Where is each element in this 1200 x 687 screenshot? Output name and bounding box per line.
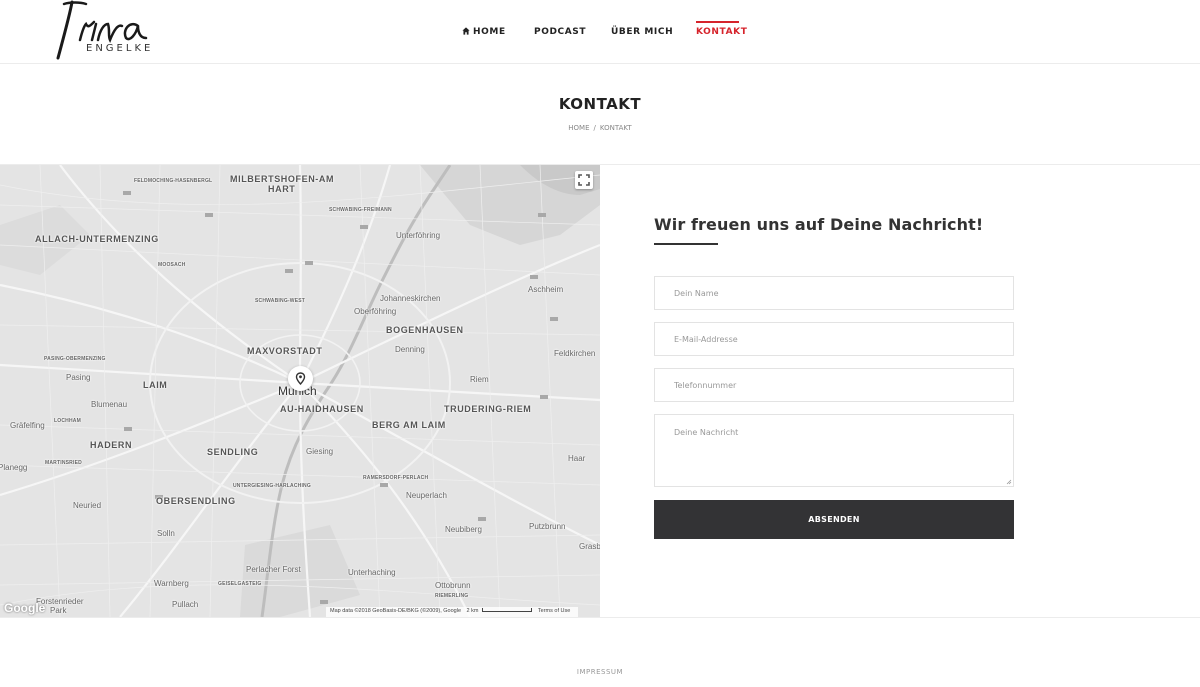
submit-button[interactable]: ABSENDEN <box>654 500 1014 539</box>
active-nav-indicator <box>696 21 739 23</box>
map-label: Warnberg <box>154 579 189 588</box>
message-placeholder: Deine Nachricht <box>674 428 739 437</box>
map-label: GEISELGASTEIG <box>218 581 262 587</box>
map-label: RIEMERLING <box>435 593 469 599</box>
map-label: Putzbrunn <box>529 522 566 531</box>
map-label: Unterföhring <box>396 231 441 240</box>
map-label: PASING-OBERMENZING <box>44 356 106 362</box>
map-label: ALLACH-UNTERMENZING <box>35 234 159 244</box>
map-label: Pasing <box>66 373 91 382</box>
map-label: Park <box>50 606 67 615</box>
map-label: OBERSENDLING <box>156 496 236 506</box>
map-label: Planegg <box>0 463 28 472</box>
home-icon <box>462 27 470 35</box>
map-label: Ottobrunn <box>435 581 471 590</box>
form-title: Wir freuen uns auf Deine Nachricht! <box>654 215 984 234</box>
email-field[interactable]: E-Mail-Addresse <box>654 322 1014 356</box>
map-label: Neuperlach <box>406 491 447 500</box>
map-terms-link[interactable]: Terms of Use <box>538 608 570 614</box>
map-label: BOGENHAUSEN <box>386 325 464 335</box>
map-label: AU-HAIDHAUSEN <box>280 404 364 414</box>
site-footer: IMPRESSUM <box>0 617 1200 687</box>
map-attribution-bar: Map data ©2018 GeoBasis-DE/BKG (©2009), … <box>326 607 579 617</box>
map-label: Neubiberg <box>445 525 482 534</box>
message-field[interactable]: Deine Nachricht <box>654 414 1014 487</box>
impressum-link[interactable]: IMPRESSUM <box>0 668 1200 676</box>
map-label: Riem <box>470 375 489 384</box>
map-label: Haar <box>568 454 586 463</box>
page-title-band: KONTAKT HOME / KONTAKT <box>0 64 1200 165</box>
map-label: HART <box>268 184 296 194</box>
map-label: MAXVORSTADT <box>247 346 323 356</box>
map-label: Oberföhring <box>354 307 397 316</box>
map-label: Johanneskirchen <box>380 294 441 303</box>
fullscreen-button[interactable] <box>575 171 593 189</box>
fullscreen-icon <box>578 174 590 186</box>
google-logo[interactable]: Google <box>4 601 45 615</box>
map-label: TRUDERING-RIEM <box>444 404 532 414</box>
phone-field[interactable]: Telefonnummer <box>654 368 1014 402</box>
map-marker[interactable] <box>288 366 313 391</box>
map-label: BERG AM LAIM <box>372 420 446 430</box>
location-pin-icon <box>295 372 306 386</box>
nav-item-ueber-mich[interactable]: ÜBER MICH <box>611 27 673 37</box>
map-scale-bar <box>482 608 533 612</box>
contact-form-section: Wir freuen uns auf Deine Nachricht! Dein… <box>600 165 1200 617</box>
map[interactable]: FELDMOCHING-HASENBERGL MILBERTSHOFEN-AM … <box>0 165 600 617</box>
site-header: ENGELKE HOME PODCAST ÜBER MICH KONTAKT <box>0 0 1200 64</box>
name-field[interactable]: Dein Name <box>654 276 1014 310</box>
breadcrumb-current: KONTAKT <box>599 124 632 132</box>
logo-subtitle: ENGELKE <box>86 43 154 54</box>
map-attribution: Map data ©2018 GeoBasis-DE/BKG (©2009), … <box>330 608 462 614</box>
map-label: LAIM <box>143 380 168 390</box>
map-scale-label: 2 km <box>466 608 479 614</box>
map-label: UNTERGIESING-HARLACHING <box>233 483 311 489</box>
nav-item-podcast[interactable]: PODCAST <box>534 27 586 37</box>
breadcrumb-separator: / <box>593 124 596 132</box>
breadcrumb: HOME / KONTAKT <box>0 124 1200 132</box>
map-label: Giesing <box>306 447 334 456</box>
map-label: RAMERSDORF-PERLACH <box>363 475 429 481</box>
map-label: SCHWABING-FREIMANN <box>329 207 392 213</box>
map-label: Pullach <box>172 600 199 609</box>
map-label: Perlacher Forst <box>246 565 301 574</box>
logo[interactable]: ENGELKE <box>50 0 150 62</box>
map-label: Aschheim <box>528 285 564 294</box>
map-label: SCHWABING-WEST <box>255 298 306 304</box>
map-label: Denning <box>395 345 425 354</box>
map-label: Solln <box>157 529 175 538</box>
resize-grip-icon[interactable] <box>1006 479 1012 485</box>
map-label: Feldkirchen <box>554 349 596 358</box>
nav-item-home-label: HOME <box>473 27 506 37</box>
map-label: LOCHHAM <box>54 418 81 424</box>
map-label: MOOSACH <box>158 262 186 268</box>
map-label: Blumenau <box>91 400 128 409</box>
form-title-underline <box>654 243 718 245</box>
map-label: MARTINSRIED <box>45 460 82 466</box>
map-label: SENDLING <box>207 447 259 457</box>
map-label: HADERN <box>90 440 133 450</box>
nav-item-home[interactable]: HOME <box>462 27 506 37</box>
map-label: Unterhaching <box>348 568 396 577</box>
nav-item-kontakt[interactable]: KONTAKT <box>696 27 747 37</box>
page-title: KONTAKT <box>558 95 642 113</box>
breadcrumb-home[interactable]: HOME <box>568 124 589 132</box>
map-label: FELDMOCHING-HASENBERGL <box>134 178 213 184</box>
map-label: MILBERTSHOFEN-AM <box>230 174 335 184</box>
map-label: Gräfelfing <box>10 421 45 430</box>
map-label: Grasbrunn <box>579 542 600 551</box>
map-label: Neuried <box>73 501 102 510</box>
